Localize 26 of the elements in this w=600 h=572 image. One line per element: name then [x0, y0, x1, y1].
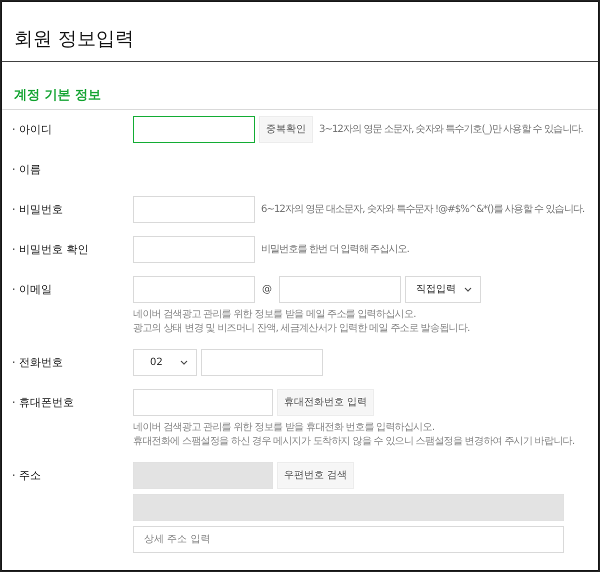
page-title: 회원 정보입력: [13, 27, 136, 52]
field-label: · 비밀번호: [11, 202, 64, 218]
dropdown[interactable]: 02: [133, 349, 197, 376]
button[interactable]: 우편번호 검색: [277, 462, 354, 490]
field-label: · 전화번호: [11, 355, 64, 372]
help-text: 네이버 검색광고 관리를 위한 정보를 받을 메일 주소를 입력하십시오. 광고의 상태 변경 및 비즈머니 잔액, 세금계산서가 입력한 메일 주소로 발송됩니다.: [133, 308, 470, 336]
dropdown[interactable]: 직접입력: [405, 276, 481, 304]
field-label: · 이름: [11, 162, 42, 178]
hint-text: 6~12자의 영문 대소문자, 숫자와 특수문자 !@#$%^&*()를 사용할 수 있습니다.: [261, 203, 584, 218]
section-title: 계정 기본 정보: [2, 62, 598, 110]
button[interactable]: 중복확인: [259, 116, 313, 144]
hint-text: 비밀번호를 한번 더 입력해 주십시오.: [261, 243, 409, 258]
at-sign: @: [261, 283, 273, 298]
field-label: · 이메일: [11, 282, 53, 298]
button[interactable]: 휴대전화번호 입력: [277, 389, 374, 416]
field-label: · 주소: [11, 468, 42, 484]
hint-text: 3~12자의 영문 소문자, 숫자와 특수기호(_)만 사용할 수 있습니다.: [319, 123, 583, 138]
chevron-down-icon: [180, 360, 188, 366]
field-label: · 휴대폰번호: [11, 395, 75, 412]
help-text: 네이버 검색광고 관리를 위한 정보를 받을 휴대전화 번호를 입력하십시오. 휴대전화에 스팸설정을 하신 경우 메시지가 도착하지 않을 수 있으니 스팸설정을 변경하여 주시기 바랍니다.: [133, 421, 574, 450]
field-label: · 비밀번호 확인: [11, 242, 90, 258]
field-label: · 아이디: [11, 122, 53, 138]
dropdown-value: 직접입력: [416, 283, 456, 298]
dropdown-value: 02: [150, 356, 163, 370]
input-field[interactable]: [133, 116, 255, 144]
chevron-down-icon: [464, 287, 472, 292]
